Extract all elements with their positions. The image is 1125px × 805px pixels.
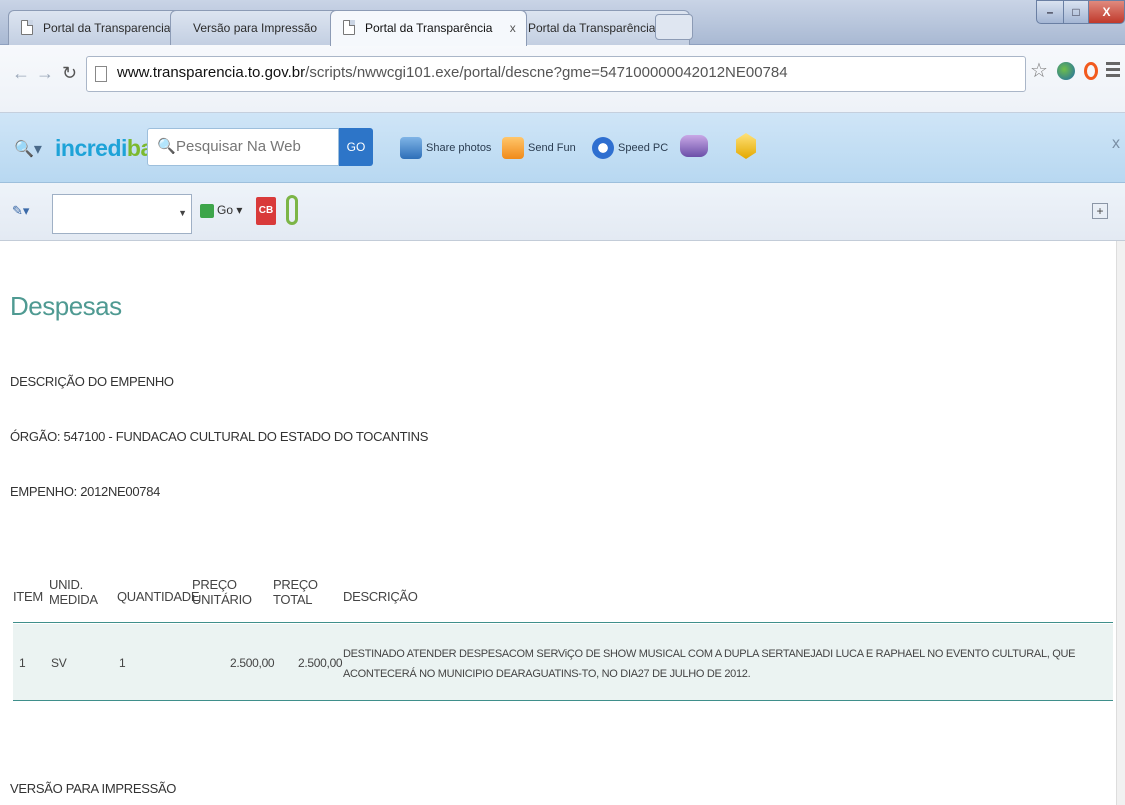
col-preco-total: PREÇO TOTAL [273, 577, 318, 607]
col-preco-unitario: PREÇO UNITÁRIO [192, 577, 252, 607]
close-window-button[interactable]: X [1088, 0, 1125, 24]
incredibar-logo: incredibar [55, 135, 162, 161]
cb-icon[interactable]: CB [256, 197, 276, 225]
close-toolbar-icon[interactable]: x [1112, 135, 1120, 153]
page-icon [95, 66, 107, 82]
table-header: ITEM UNID. MEDIDA QUANTIDADE PREÇO UNITÁRI… [13, 563, 1113, 623]
search-icon: 🔍 [157, 138, 176, 155]
secondary-toolbar: ✎▾ ▼ Go ▾ CB + [0, 183, 1125, 241]
go-arrow-icon [200, 203, 214, 218]
tab-title: Portal da Transparência [365, 21, 493, 35]
url-text[interactable]: www.transparencia.to.gov.br/scripts/nwwc… [117, 64, 788, 81]
tab-versao-impressao[interactable]: Versão para Impressão x [170, 10, 352, 45]
incredibar-toolbar: 🔍▾ incredibar 🔍 Pesquisar Na Web GO Shar… [0, 113, 1125, 183]
empenho-label: EMPENHO: 2012NE00784 [10, 484, 161, 499]
toolbar-search-combo[interactable]: ▼ [52, 194, 192, 234]
menu-icon[interactable] [1106, 62, 1120, 80]
tab-portal-active[interactable]: Portal da Transparência x [330, 10, 527, 46]
print-version-link[interactable]: VERSÃO PARA IMPRESSÃO [10, 781, 176, 796]
hexagon-app-icon[interactable] [736, 133, 756, 159]
share-photos-icon [400, 137, 422, 160]
share-photos-button[interactable]: Share photos [400, 135, 491, 161]
cell-descricao: DESTINADO ATENDER DESPESACOM SERViÇO DE … [343, 648, 1076, 680]
cell-preco-total: 2.500,00 [298, 656, 343, 670]
speed-pc-icon [592, 137, 614, 160]
url-path: /scripts/nwwcgi101.exe/portal/descne?gme… [305, 64, 788, 81]
clip-icon[interactable] [286, 195, 298, 225]
tab-title: Portal da Transparencia [43, 21, 171, 35]
page-content: Despesas DESCRIÇÃO DO EMPENHO ÓRGÃO: 547… [0, 241, 1125, 805]
page-icon [21, 20, 33, 35]
back-arrow-icon[interactable]: ← [12, 63, 30, 84]
tool-dropdown-icon[interactable]: ✎▾ [12, 203, 29, 219]
cell-item: 1 [19, 656, 26, 670]
expand-plus-icon[interactable]: + [1092, 203, 1108, 219]
cell-unid: SV [51, 656, 67, 670]
search-dropdown-icon[interactable]: 🔍▾ [14, 139, 42, 159]
toolbar-go-button[interactable]: Go ▾ [200, 203, 242, 218]
tab-strip: Portal da Transparencia x Versão para Im… [0, 0, 1125, 46]
col-item: ITEM [13, 589, 43, 604]
table-row: 1 SV 1 2.500,00 2.500,00 DESTINADO ATEND… [13, 623, 1113, 701]
tab-title: Versão para Impressão [193, 21, 318, 35]
page-title: Despesas [10, 291, 122, 321]
vertical-scrollbar[interactable] [1116, 241, 1125, 805]
send-fun-icon [502, 137, 524, 160]
col-descricao: DESCRIÇÃO [343, 589, 418, 604]
send-fun-button[interactable]: Send Fun [502, 135, 576, 161]
cell-preco-unitario: 2.500,00 [230, 656, 275, 670]
tab-title: Portal da Transparência [528, 21, 656, 35]
new-tab-button[interactable] [655, 14, 693, 40]
url-host: www.transparencia.to.gov.br [117, 64, 306, 81]
section-title: DESCRIÇÃO DO EMPENHO [10, 374, 174, 389]
tab-close-icon[interactable]: x [510, 21, 516, 35]
minimize-button[interactable]: – [1036, 0, 1064, 24]
speed-pc-button[interactable]: Speed PC [592, 135, 668, 161]
chevron-down-icon[interactable]: ▼ [178, 208, 187, 218]
col-quantidade: QUANTIDADE [117, 589, 200, 604]
navigation-bar: ← → ↻ www.transparencia.to.gov.br/script… [0, 45, 1125, 113]
page-icon [343, 20, 355, 35]
maximize-button[interactable]: □ [1063, 0, 1089, 24]
col-unid: UNID. MEDIDA [49, 577, 98, 607]
globe-extension-icon[interactable] [1057, 62, 1075, 80]
address-bar[interactable]: www.transparencia.to.gov.br/scripts/nwwc… [86, 56, 1026, 92]
bookmark-star-icon[interactable]: ☆ [1030, 58, 1048, 83]
search-placeholder: Pesquisar Na Web [176, 138, 301, 155]
opera-extension-icon[interactable] [1084, 62, 1098, 80]
search-go-button[interactable]: GO [339, 128, 373, 166]
cell-quantidade: 1 [119, 656, 126, 670]
forward-arrow-icon[interactable]: → [36, 63, 54, 84]
games-icon[interactable] [680, 135, 708, 157]
reload-icon[interactable]: ↻ [62, 63, 77, 84]
web-search-input[interactable]: 🔍 Pesquisar Na Web [147, 128, 339, 166]
orgao-label: ÓRGÃO: 547100 - FUNDACAO CULTURAL DO EST… [10, 429, 429, 444]
expense-table: ITEM UNID. MEDIDA QUANTIDADE PREÇO UNITÁRI… [13, 563, 1113, 701]
